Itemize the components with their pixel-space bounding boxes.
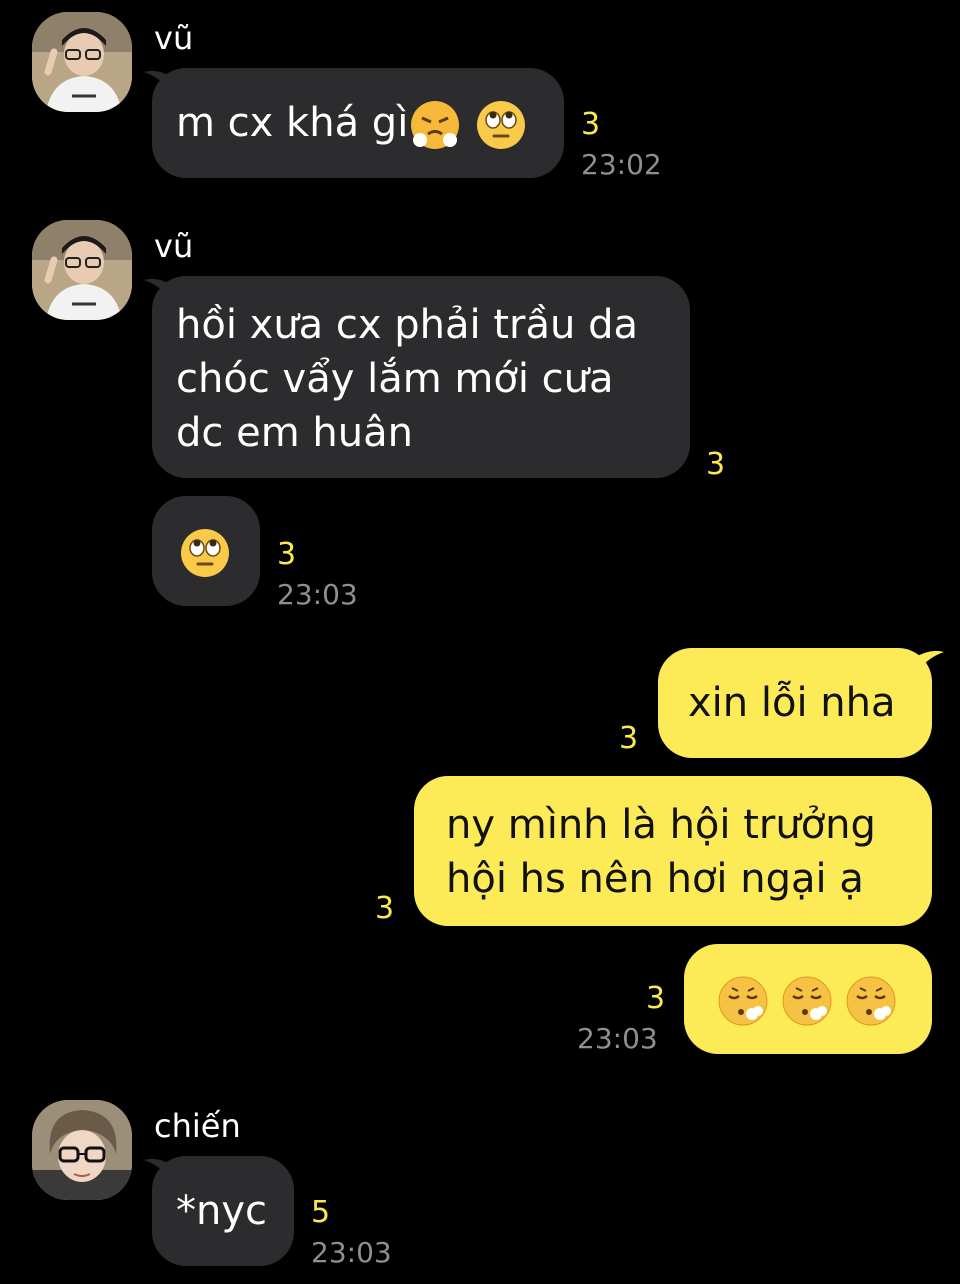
message-text-line: dc em huân: [176, 410, 413, 456]
timestamp: 23:02: [581, 148, 662, 181]
message-text-line: hồi xưa cx phải trầu da: [176, 302, 638, 348]
bubble-tail: [914, 650, 944, 676]
unread-count: 3: [277, 537, 297, 572]
avatar-chien[interactable]: [32, 1100, 132, 1200]
avatar-vu[interactable]: [32, 220, 132, 320]
message-text-line: chóc vẩy lắm mới cưa: [176, 356, 614, 402]
message-text: xin lỗi nha: [688, 680, 896, 726]
exhaling-face-icon: [716, 974, 770, 1028]
emoji-bubble[interactable]: [152, 496, 260, 606]
message-text-line: hội hs nên hơi ngại ạ: [446, 856, 864, 902]
unread-count: 3: [706, 447, 726, 482]
message-bubble[interactable]: m cx khá gì: [152, 68, 564, 178]
sender-name: chiến: [154, 1107, 241, 1145]
message-text: *nyc: [176, 1188, 268, 1234]
bubble-tail: [144, 1158, 174, 1184]
sender-name: vũ: [154, 19, 194, 57]
exhaling-face-icon: [780, 974, 834, 1028]
unread-count: 3: [581, 107, 601, 142]
unread-count: 3: [375, 891, 395, 926]
exhaling-face-icon: [844, 974, 898, 1028]
unread-count: 3: [619, 721, 639, 756]
bubble-tail: [144, 70, 174, 96]
avatar-photo-icon: [32, 1100, 132, 1200]
rolling-eyes-icon: [474, 98, 528, 152]
outgoing-emoji-bubble[interactable]: [684, 944, 932, 1054]
avatar-vu[interactable]: [32, 12, 132, 112]
unread-count: 3: [646, 981, 666, 1016]
timestamp: 23:03: [577, 1022, 658, 1055]
message-bubble[interactable]: hồi xưa cx phải trầu da chóc vẩy lắm mới…: [152, 276, 690, 478]
sender-name: vũ: [154, 227, 194, 265]
rolling-eyes-icon: [178, 526, 232, 580]
unread-count: 5: [311, 1195, 331, 1230]
avatar-photo-icon: [32, 12, 132, 112]
face-with-steam-icon: [408, 98, 462, 152]
outgoing-message-bubble[interactable]: ny mình là hội trưởng hội hs nên hơi ngạ…: [414, 776, 932, 926]
bubble-tail: [144, 278, 174, 304]
timestamp: 23:03: [311, 1236, 392, 1269]
avatar-photo-icon: [32, 220, 132, 320]
timestamp: 23:03: [277, 578, 358, 611]
message-text-line: ny mình là hội trưởng: [446, 802, 876, 848]
outgoing-message-bubble[interactable]: xin lỗi nha: [658, 648, 932, 758]
message-text: m cx khá gì: [176, 100, 409, 146]
